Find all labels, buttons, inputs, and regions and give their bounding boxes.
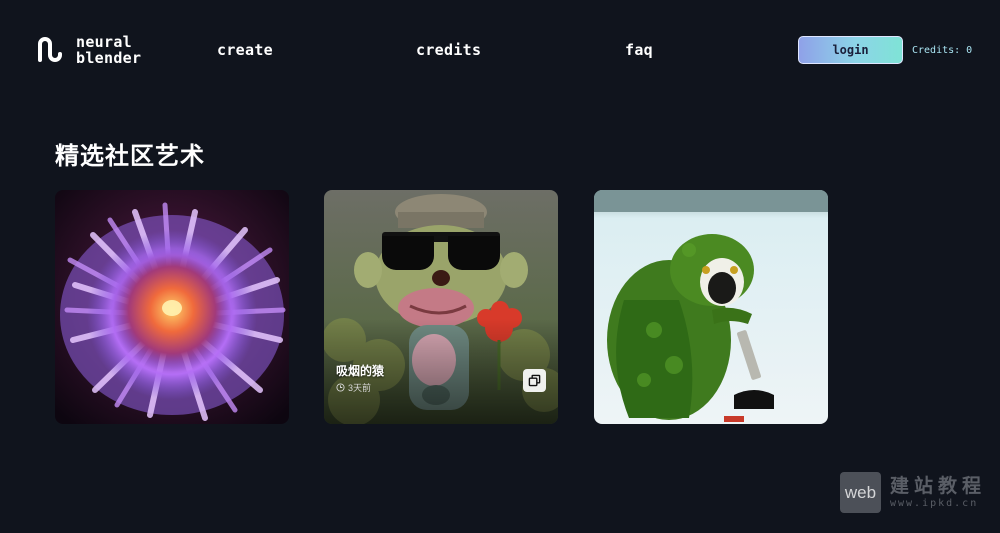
watermark: web 建站教程 www.ipkd.cn bbox=[840, 472, 986, 513]
section-title: 精选社区艺术 bbox=[55, 143, 205, 170]
art-card-anemone[interactable] bbox=[55, 190, 289, 424]
page: neural blender create credits faq login … bbox=[0, 0, 1000, 533]
card-caption: 吸烟的猿 3天前 bbox=[336, 362, 384, 394]
nav-create[interactable]: create bbox=[217, 41, 273, 59]
card-title: 吸烟的猿 bbox=[336, 364, 385, 378]
login-button[interactable]: login bbox=[798, 36, 903, 64]
art-card-ape[interactable]: 吸烟的猿 3天前 bbox=[324, 190, 558, 424]
watermark-url: www.ipkd.cn bbox=[890, 498, 979, 509]
copy-icon bbox=[528, 374, 541, 387]
brand-name: neural blender bbox=[76, 34, 141, 66]
card-time-text: 3天前 bbox=[348, 383, 372, 393]
neural-blender-logo-icon bbox=[38, 37, 62, 62]
clock-icon bbox=[336, 383, 345, 392]
brand-line-1: neural bbox=[76, 33, 132, 51]
brand-line-2: blender bbox=[76, 49, 142, 67]
watermark-box: web bbox=[840, 472, 881, 513]
copy-button[interactable] bbox=[523, 369, 546, 392]
art-gallery: 吸烟的猿 3天前 bbox=[55, 190, 829, 425]
header: neural blender create credits faq login … bbox=[0, 0, 1000, 100]
nav-credits[interactable]: credits bbox=[416, 41, 481, 59]
monkey-image bbox=[594, 190, 828, 424]
watermark-title: 建站教程 bbox=[890, 476, 987, 497]
credits-counter: Credits: 0 bbox=[912, 45, 973, 56]
art-card-monkey[interactable] bbox=[594, 190, 828, 424]
anemone-image bbox=[55, 190, 289, 424]
brand-logo[interactable]: neural blender bbox=[34, 34, 141, 66]
nav-faq[interactable]: faq bbox=[625, 41, 653, 59]
card-time: 3天前 bbox=[336, 381, 384, 394]
